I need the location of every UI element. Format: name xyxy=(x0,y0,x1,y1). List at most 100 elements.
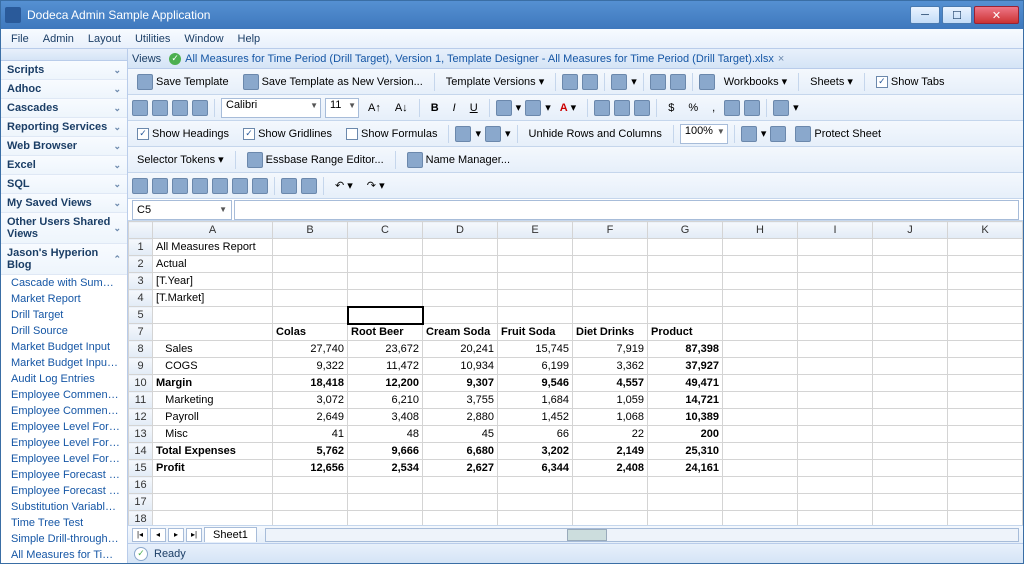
column-header[interactable]: C xyxy=(348,222,423,239)
cell[interactable] xyxy=(723,494,798,511)
cell[interactable] xyxy=(948,409,1023,426)
cell[interactable]: Sales xyxy=(153,341,273,358)
column-header[interactable]: H xyxy=(723,222,798,239)
cell[interactable] xyxy=(573,290,648,307)
cell[interactable]: Colas xyxy=(273,324,348,341)
cell[interactable]: [T.Market] xyxy=(153,290,273,307)
document-tab[interactable]: ✓ All Measures for Time Period (Drill Ta… xyxy=(169,53,784,65)
cell[interactable] xyxy=(273,494,348,511)
copy-icon[interactable] xyxy=(172,100,188,116)
cell[interactable]: 23,672 xyxy=(348,341,423,358)
cell[interactable]: 9,666 xyxy=(348,443,423,460)
cell[interactable]: 2,880 xyxy=(423,409,498,426)
cell[interactable]: Actual xyxy=(153,256,273,273)
cell[interactable] xyxy=(648,477,723,494)
undo-button[interactable]: ↶ ▾ xyxy=(330,175,358,196)
sidebar-group[interactable]: Excel⌄ xyxy=(1,156,127,175)
row-header[interactable]: 7 xyxy=(129,324,153,341)
cell[interactable] xyxy=(948,256,1023,273)
row-header[interactable]: 4 xyxy=(129,290,153,307)
cell[interactable]: Product xyxy=(648,324,723,341)
cut-icon[interactable] xyxy=(152,100,168,116)
column-header[interactable]: E xyxy=(498,222,573,239)
cell[interactable] xyxy=(798,494,873,511)
name-manager-button[interactable]: Name Manager... xyxy=(402,149,515,170)
lock-icon[interactable] xyxy=(741,126,757,142)
cell[interactable] xyxy=(348,239,423,256)
paste-icon[interactable] xyxy=(192,100,208,116)
cell[interactable]: Profit xyxy=(153,460,273,477)
cell[interactable] xyxy=(798,358,873,375)
cell[interactable] xyxy=(423,273,498,290)
cell[interactable] xyxy=(948,494,1023,511)
namebox[interactable]: C5▼ xyxy=(132,200,232,220)
italic-button[interactable]: I xyxy=(448,97,461,118)
cell[interactable] xyxy=(948,273,1023,290)
sidebar-group[interactable]: My Saved Views⌄ xyxy=(1,194,127,213)
cell[interactable]: 1,059 xyxy=(573,392,648,409)
cell[interactable] xyxy=(273,273,348,290)
sheet-tab[interactable]: Sheet1 xyxy=(204,527,257,542)
cell[interactable] xyxy=(273,511,348,526)
cell[interactable]: 2,149 xyxy=(573,443,648,460)
cell[interactable] xyxy=(948,358,1023,375)
cell[interactable] xyxy=(723,375,798,392)
cell[interactable]: Root Beer xyxy=(348,324,423,341)
cell[interactable]: 4,557 xyxy=(573,375,648,392)
cell[interactable] xyxy=(798,511,873,526)
tool-icon[interactable] xyxy=(281,178,297,194)
cell[interactable] xyxy=(153,477,273,494)
cell[interactable]: Total Expenses xyxy=(153,443,273,460)
cell[interactable] xyxy=(873,460,948,477)
row-header[interactable]: 5 xyxy=(129,307,153,324)
inc-dec-icon[interactable] xyxy=(724,100,740,116)
cell[interactable]: 3,202 xyxy=(498,443,573,460)
cell[interactable] xyxy=(873,392,948,409)
row-header[interactable]: 11 xyxy=(129,392,153,409)
cell[interactable]: 6,199 xyxy=(498,358,573,375)
border-icon[interactable] xyxy=(496,100,512,116)
cell[interactable]: Misc xyxy=(153,426,273,443)
align-left-icon[interactable] xyxy=(594,100,610,116)
sidebar-item[interactable]: Simple Drill-through Example xyxy=(1,531,127,547)
row-header[interactable]: 13 xyxy=(129,426,153,443)
cell[interactable]: 22 xyxy=(573,426,648,443)
cell[interactable] xyxy=(573,256,648,273)
cell[interactable] xyxy=(348,494,423,511)
cell[interactable]: 11,472 xyxy=(348,358,423,375)
cell[interactable] xyxy=(423,307,498,324)
cell[interactable] xyxy=(498,477,573,494)
sidebar-group[interactable]: Web Browser⌄ xyxy=(1,137,127,156)
inc-dec-icon[interactable] xyxy=(744,100,760,116)
cell[interactable] xyxy=(798,409,873,426)
cell[interactable]: Cream Soda xyxy=(423,324,498,341)
cell[interactable] xyxy=(348,290,423,307)
row-header[interactable]: 17 xyxy=(129,494,153,511)
cell[interactable] xyxy=(873,307,948,324)
template-versions-button[interactable]: Template Versions ▾ xyxy=(441,71,549,92)
cell[interactable] xyxy=(423,290,498,307)
tool-icon[interactable] xyxy=(212,178,228,194)
cell[interactable] xyxy=(648,239,723,256)
show-gridlines-toggle[interactable]: ✓Show Gridlines xyxy=(238,123,337,144)
cell[interactable] xyxy=(873,290,948,307)
tool-icon[interactable] xyxy=(132,178,148,194)
cell[interactable] xyxy=(948,426,1023,443)
cell[interactable]: 37,927 xyxy=(648,358,723,375)
row-header[interactable]: 10 xyxy=(129,375,153,392)
column-header[interactable]: G xyxy=(648,222,723,239)
cell[interactable]: 1,452 xyxy=(498,409,573,426)
cell[interactable]: 6,344 xyxy=(498,460,573,477)
row-header[interactable]: 14 xyxy=(129,443,153,460)
clipboard-icon[interactable] xyxy=(132,100,148,116)
sidebar-item[interactable]: Time Tree Test xyxy=(1,515,127,531)
sheet-nav-prev[interactable]: ◂ xyxy=(150,528,166,542)
menu-file[interactable]: File xyxy=(5,31,35,47)
cell[interactable]: Payroll xyxy=(153,409,273,426)
sidebar-item[interactable]: Employee Level Forecast xyxy=(1,419,127,435)
cell[interactable] xyxy=(648,494,723,511)
cell[interactable] xyxy=(723,511,798,526)
cell[interactable] xyxy=(498,239,573,256)
sidebar-item[interactable]: Market Report xyxy=(1,291,127,307)
row-header[interactable]: 16 xyxy=(129,477,153,494)
